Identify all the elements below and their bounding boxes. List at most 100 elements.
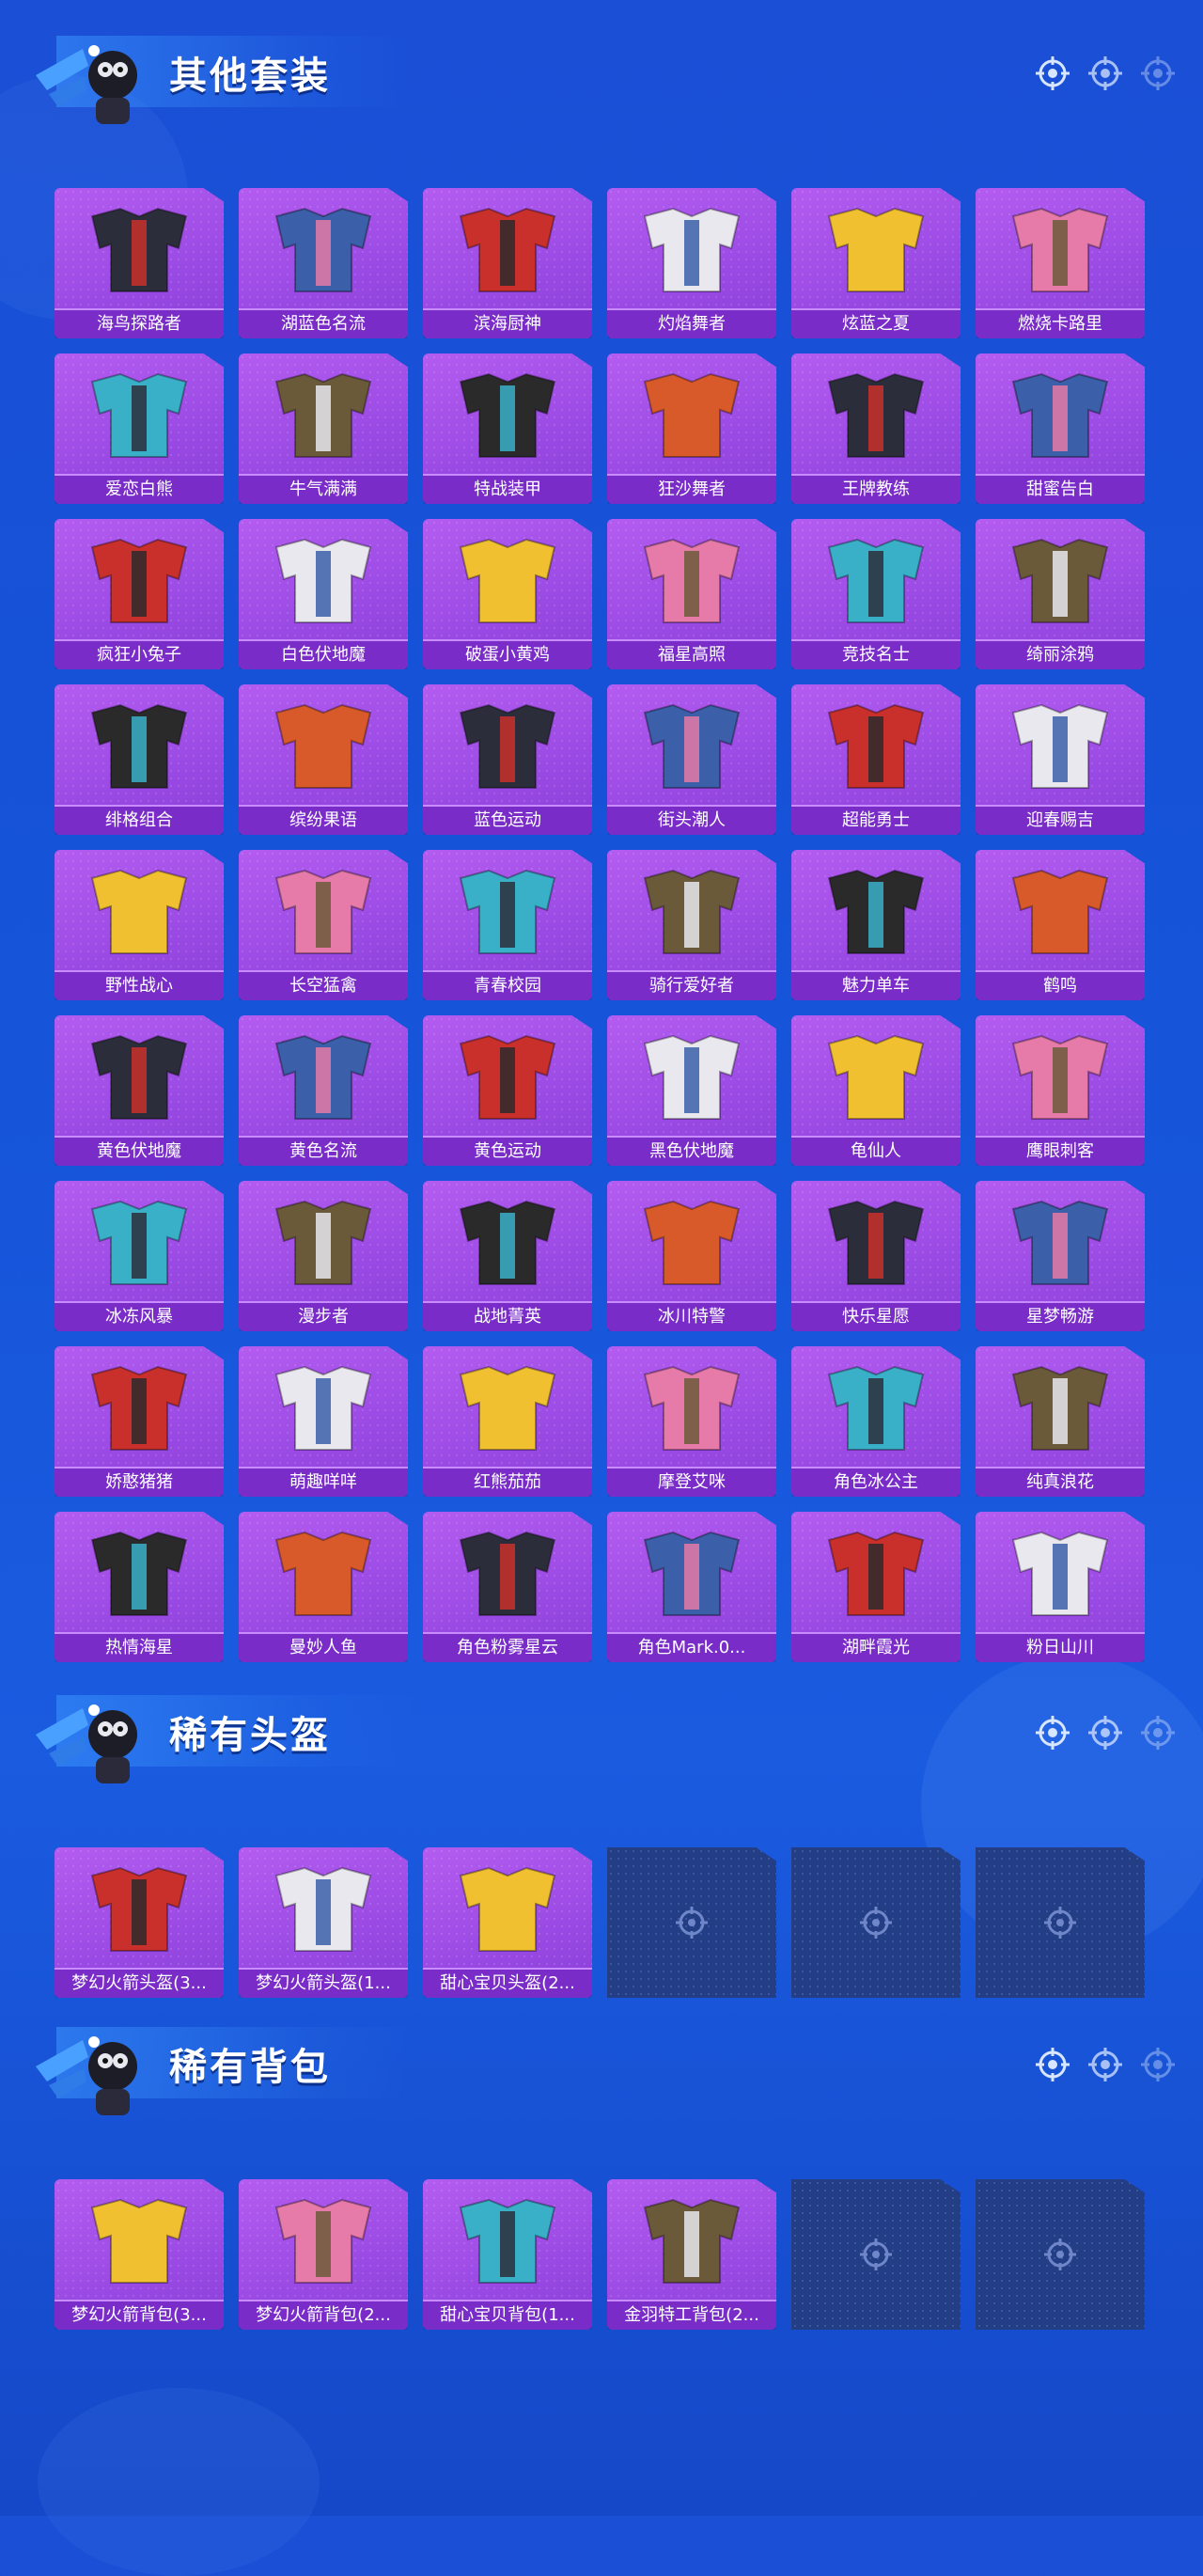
item-card[interactable]: 龟仙人 bbox=[791, 1015, 961, 1166]
item-card[interactable]: 冰川特警 bbox=[607, 1181, 776, 1331]
item-artwork bbox=[459, 1531, 556, 1616]
item-card[interactable]: 黄色运动 bbox=[423, 1015, 592, 1166]
item-name: 疯狂小兔子 bbox=[55, 639, 224, 669]
item-artwork bbox=[459, 869, 556, 954]
item-card[interactable]: 鹤鸣 bbox=[976, 850, 1145, 1000]
item-card[interactable]: 甜蜜告白 bbox=[976, 353, 1145, 504]
item-artwork bbox=[643, 1365, 741, 1451]
item-card[interactable]: 野性战心 bbox=[55, 850, 224, 1000]
item-artwork bbox=[90, 207, 188, 292]
item-card[interactable]: 冰冻风暴 bbox=[55, 1181, 224, 1331]
item-card[interactable]: 灼焰舞者 bbox=[607, 188, 776, 338]
item-artwork bbox=[643, 703, 741, 789]
item-name: 竞技名士 bbox=[791, 639, 961, 669]
item-name: 骑行爱好者 bbox=[607, 970, 776, 1000]
item-card[interactable]: 战地菁英 bbox=[423, 1181, 592, 1331]
item-card[interactable]: 缤纷果语 bbox=[239, 684, 408, 835]
item-card[interactable]: 星梦畅游 bbox=[976, 1181, 1145, 1331]
item-name: 燃烧卡路里 bbox=[976, 308, 1145, 338]
item-card[interactable]: 甜心宝贝背包(1... bbox=[423, 2179, 592, 2330]
item-name: 黄色名流 bbox=[239, 1136, 408, 1166]
item-card[interactable]: 福星高照 bbox=[607, 519, 776, 669]
item-artwork bbox=[274, 1200, 372, 1285]
item-card[interactable]: 漫步者 bbox=[239, 1181, 408, 1331]
item-card[interactable]: 燃烧卡路里 bbox=[976, 188, 1145, 338]
item-card[interactable]: 狂沙舞者 bbox=[607, 353, 776, 504]
item-card[interactable]: 角色冰公主 bbox=[791, 1346, 961, 1497]
item-card[interactable]: 特战装甲 bbox=[423, 353, 592, 504]
item-card[interactable]: 鹰眼刺客 bbox=[976, 1015, 1145, 1166]
item-artwork bbox=[459, 2198, 556, 2284]
item-card[interactable]: 海鸟探路者 bbox=[55, 188, 224, 338]
item-card[interactable]: 娇憨猪猪 bbox=[55, 1346, 224, 1497]
crosshair-target-icon bbox=[1088, 56, 1122, 90]
item-artwork bbox=[643, 1200, 741, 1285]
item-card[interactable]: 王牌教练 bbox=[791, 353, 961, 504]
item-name: 蓝色运动 bbox=[423, 805, 592, 835]
item-card[interactable]: 黄色伏地魔 bbox=[55, 1015, 224, 1166]
item-card[interactable]: 爱恋白熊 bbox=[55, 353, 224, 504]
item-card[interactable]: 萌趣咩咩 bbox=[239, 1346, 408, 1497]
section-header: 其他套装 bbox=[0, 0, 1203, 124]
item-card[interactable]: 长空猛禽 bbox=[239, 850, 408, 1000]
backpacks-grid: 梦幻火箭背包(3... 梦幻火箭背包(2... 甜心宝贝背包(1... 金羽特工背包(… bbox=[55, 2179, 1152, 2330]
item-card[interactable]: 粉日山川 bbox=[976, 1512, 1145, 1662]
item-artwork bbox=[459, 1034, 556, 1120]
item-card[interactable]: 梦幻火箭头盔(3... bbox=[55, 1847, 224, 1998]
item-card[interactable]: 湖蓝色名流 bbox=[239, 188, 408, 338]
item-card[interactable]: 白色伏地魔 bbox=[239, 519, 408, 669]
item-card[interactable]: 破蛋小黄鸡 bbox=[423, 519, 592, 669]
item-card[interactable]: 超能勇士 bbox=[791, 684, 961, 835]
item-artwork bbox=[827, 1200, 925, 1285]
section-header: 稀有背包 bbox=[0, 1991, 1203, 2115]
item-card[interactable]: 角色Mark.0... bbox=[607, 1512, 776, 1662]
item-artwork bbox=[1011, 538, 1109, 623]
item-card[interactable]: 青春校园 bbox=[423, 850, 592, 1000]
item-name: 龟仙人 bbox=[791, 1136, 961, 1166]
item-card[interactable]: 黑色伏地魔 bbox=[607, 1015, 776, 1166]
item-name: 灼焰舞者 bbox=[607, 308, 776, 338]
item-card[interactable]: 甜心宝贝头盔(2... bbox=[423, 1847, 592, 1998]
item-card[interactable]: 金羽特工背包(2... bbox=[607, 2179, 776, 2330]
item-artwork bbox=[1011, 1200, 1109, 1285]
item-artwork bbox=[274, 538, 372, 623]
item-name: 角色Mark.0... bbox=[607, 1632, 776, 1662]
item-name: 绮丽涂鸦 bbox=[976, 639, 1145, 669]
item-card[interactable]: 滨海厨神 bbox=[423, 188, 592, 338]
item-card[interactable]: 角色粉雾星云 bbox=[423, 1512, 592, 1662]
item-card[interactable]: 摩登艾咪 bbox=[607, 1346, 776, 1497]
item-card[interactable]: 竞技名士 bbox=[791, 519, 961, 669]
item-card[interactable]: 梦幻火箭背包(3... bbox=[55, 2179, 224, 2330]
section-other-suits: 其他套装 海鸟探路者 湖蓝色名流 滨海厨神 灼焰舞者 炫蓝之夏 燃烧卡路里爱恋白熊 牛气满满… bbox=[0, 0, 1203, 1662]
item-artwork bbox=[1011, 1365, 1109, 1451]
item-name: 牛气满满 bbox=[239, 474, 408, 504]
item-name: 角色冰公主 bbox=[791, 1467, 961, 1497]
item-card[interactable]: 街头潮人 bbox=[607, 684, 776, 835]
item-card[interactable]: 骑行爱好者 bbox=[607, 850, 776, 1000]
item-card[interactable]: 疯狂小兔子 bbox=[55, 519, 224, 669]
item-artwork bbox=[827, 1365, 925, 1451]
item-card[interactable]: 蓝色运动 bbox=[423, 684, 592, 835]
item-artwork bbox=[274, 1531, 372, 1616]
item-artwork bbox=[274, 1365, 372, 1451]
item-card[interactable]: 魅力单车 bbox=[791, 850, 961, 1000]
item-name: 星梦畅游 bbox=[976, 1301, 1145, 1331]
item-card[interactable]: 快乐星愿 bbox=[791, 1181, 961, 1331]
item-card[interactable]: 炫蓝之夏 bbox=[791, 188, 961, 338]
item-card[interactable]: 梦幻火箭背包(2... bbox=[239, 2179, 408, 2330]
item-card[interactable]: 迎春赐吉 bbox=[976, 684, 1145, 835]
item-name: 曼妙人鱼 bbox=[239, 1632, 408, 1662]
item-card[interactable]: 曼妙人鱼 bbox=[239, 1512, 408, 1662]
item-card[interactable]: 绮丽涂鸦 bbox=[976, 519, 1145, 669]
suits-grid: 海鸟探路者 湖蓝色名流 滨海厨神 灼焰舞者 炫蓝之夏 燃烧卡路里爱恋白熊 牛气满满 特战装甲狂… bbox=[55, 188, 1152, 1662]
item-card[interactable]: 红熊茄茄 bbox=[423, 1346, 592, 1497]
item-name: 甜蜜告白 bbox=[976, 474, 1145, 504]
item-card[interactable]: 热情海星 bbox=[55, 1512, 224, 1662]
item-card[interactable]: 牛气满满 bbox=[239, 353, 408, 504]
item-card[interactable]: 黄色名流 bbox=[239, 1015, 408, 1166]
item-card[interactable]: 纯真浪花 bbox=[976, 1346, 1145, 1497]
item-artwork bbox=[459, 207, 556, 292]
item-card[interactable]: 湖畔霞光 bbox=[791, 1512, 961, 1662]
item-card[interactable]: 绯格组合 bbox=[55, 684, 224, 835]
item-card[interactable]: 梦幻火箭头盔(1... bbox=[239, 1847, 408, 1998]
